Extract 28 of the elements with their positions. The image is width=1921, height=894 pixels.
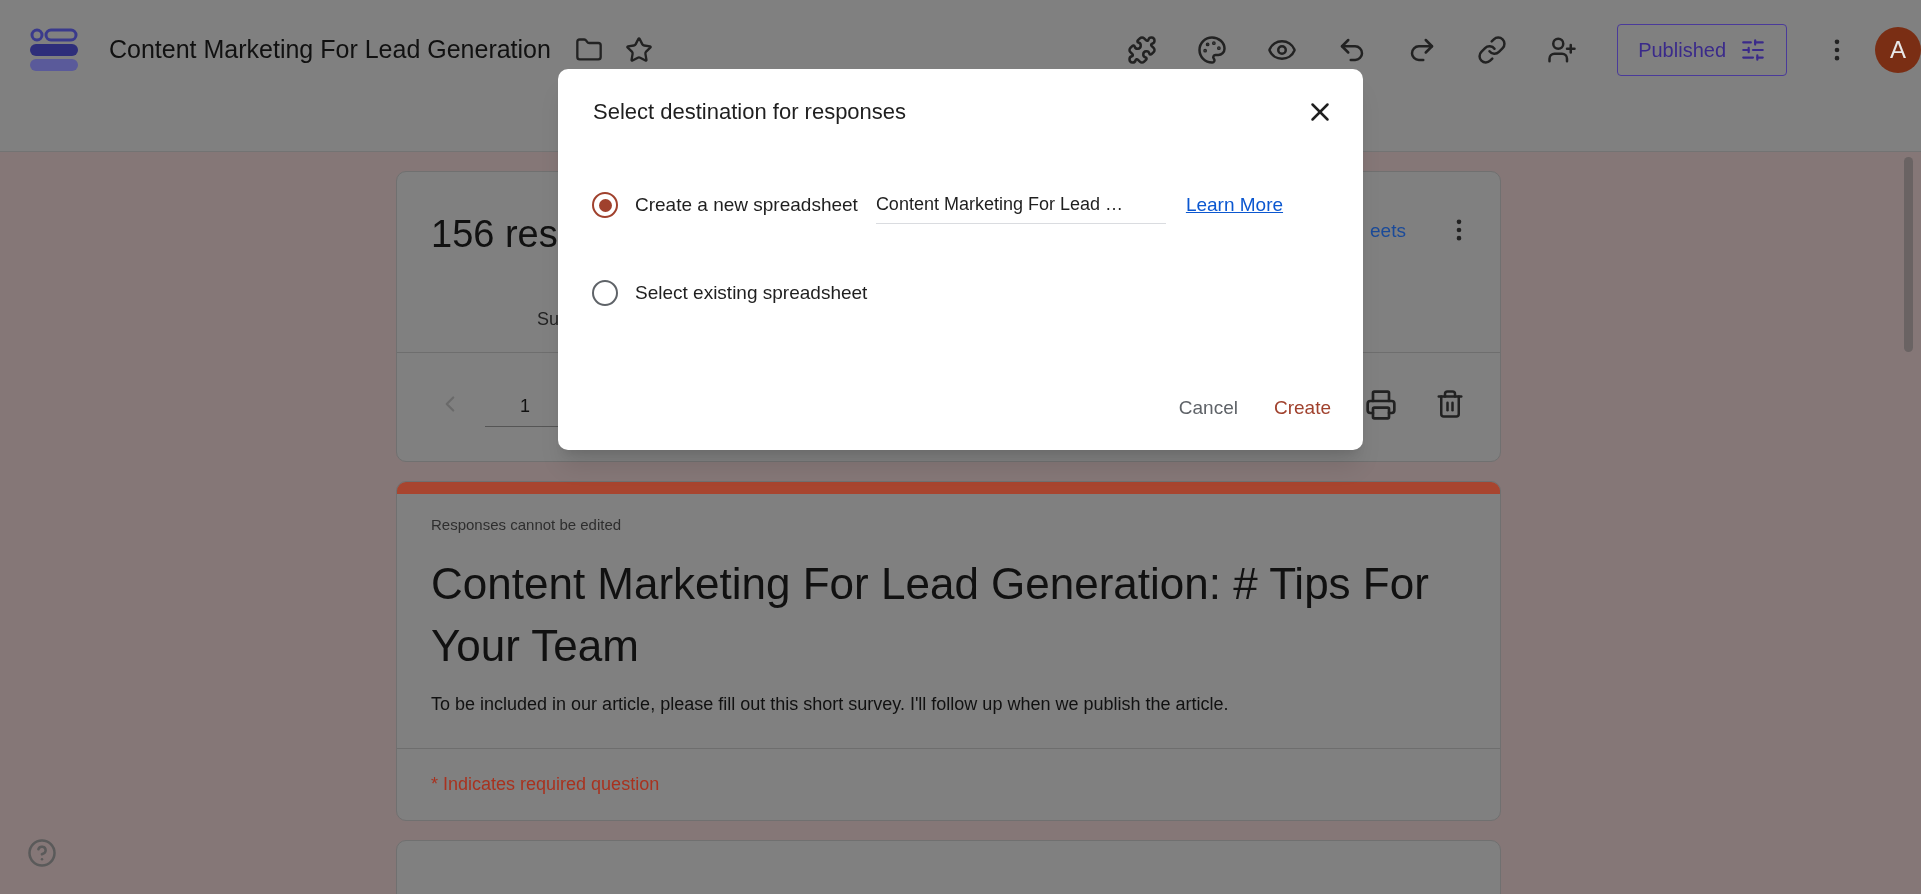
print-icon[interactable]	[1365, 389, 1397, 421]
cancel-button[interactable]: Cancel	[1166, 385, 1250, 430]
link-icon[interactable]	[1477, 35, 1508, 65]
form-heading: Content Marketing For Lead Generation: # Tips For Your Team	[431, 557, 1430, 672]
folder-icon[interactable]	[574, 36, 603, 64]
response-count: 156 res	[431, 212, 558, 257]
star-icon[interactable]	[624, 36, 653, 64]
delete-icon[interactable]	[1435, 389, 1465, 419]
learn-more-link[interactable]: Learn More	[1185, 190, 1284, 220]
create-button[interactable]: Create	[1261, 385, 1343, 430]
radio-button[interactable]	[592, 192, 618, 218]
app-logo	[30, 28, 78, 72]
spreadsheet-name-field[interactable]: Content Marketing For Lead …	[875, 186, 1166, 224]
sliders-icon	[1740, 37, 1766, 63]
edit-note: Responses cannot be edited	[431, 515, 623, 535]
required-note: * Indicates required question	[431, 773, 660, 794]
form-title: Content Marketing For Lead Generation	[109, 34, 551, 66]
puzzle-icon[interactable]	[1127, 35, 1158, 65]
radio-button[interactable]	[592, 280, 618, 306]
form-description: To be included in our article, please fill out this short survey. I'll follow up when we publish the article.	[431, 692, 1230, 716]
scrollbar-thumb[interactable]	[1904, 157, 1913, 352]
avatar[interactable]: A	[1875, 27, 1921, 73]
add-person-icon[interactable]	[1547, 35, 1578, 65]
palette-icon[interactable]	[1197, 35, 1228, 65]
dialog-title: Select destination for responses	[593, 98, 907, 126]
option-label[interactable]: Select existing spreadsheet	[635, 278, 868, 308]
summary-tab[interactable]: Su	[537, 306, 560, 333]
option-label[interactable]: Create a new spreadsheet	[635, 190, 858, 220]
